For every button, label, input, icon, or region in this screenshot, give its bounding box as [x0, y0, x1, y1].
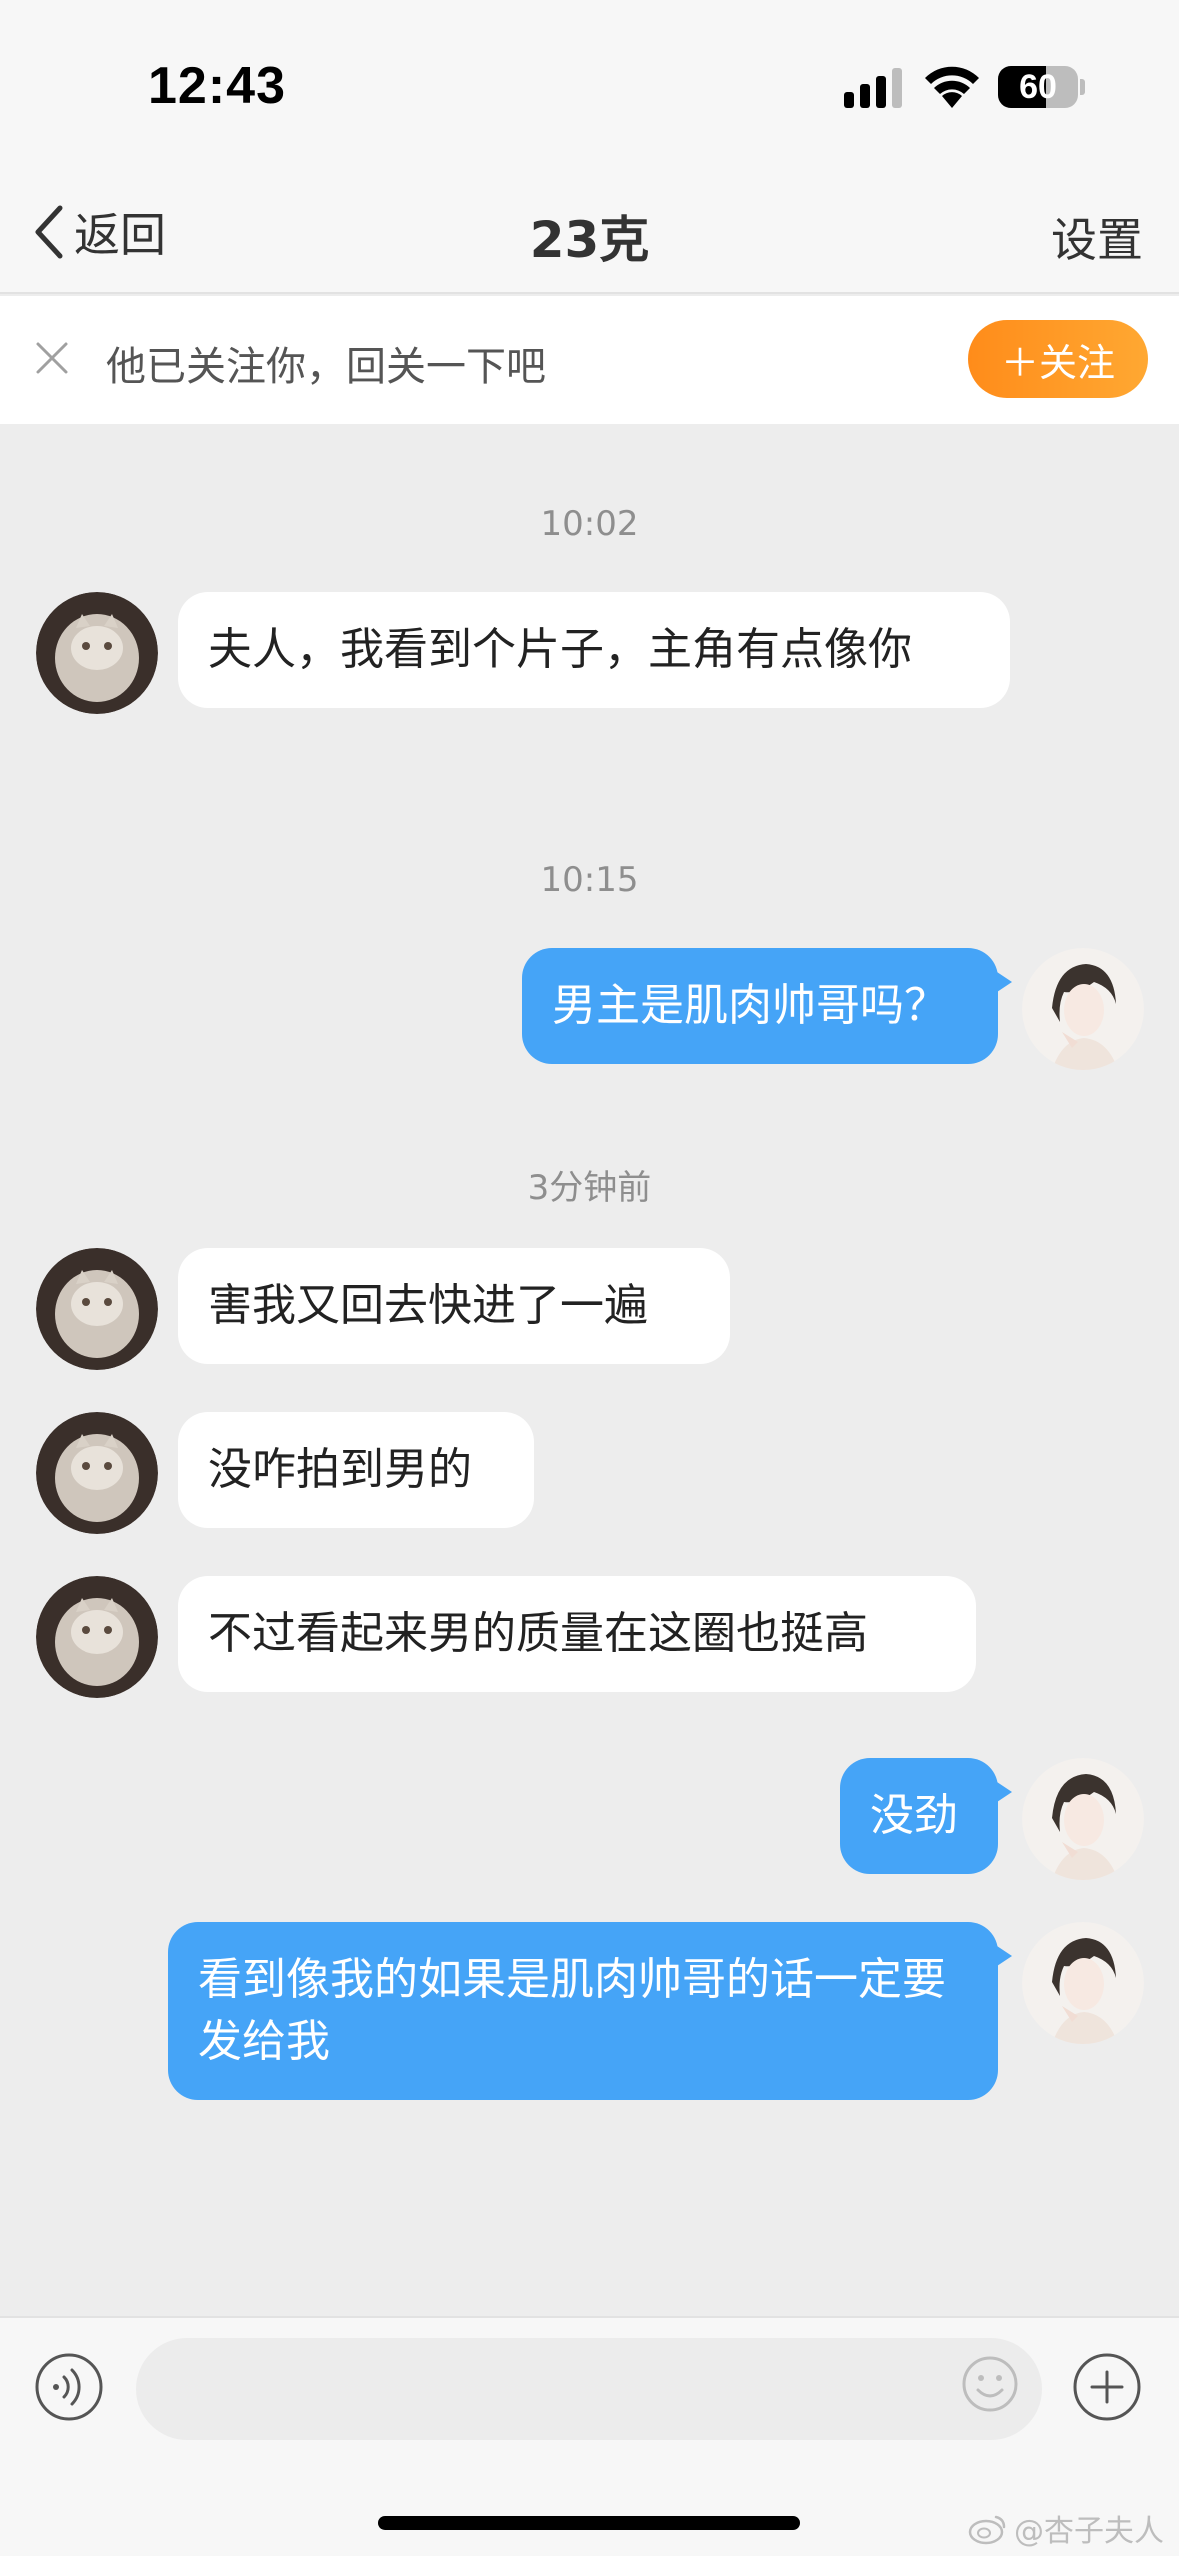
nav-bar: 返回 23克 设置: [0, 170, 1179, 294]
message-bubble-incoming[interactable]: 没咋拍到男的: [178, 1412, 534, 1528]
cat-avatar-icon[interactable]: [36, 1248, 158, 1370]
follow-prompt-text: 他已关注你，回关一下吧: [106, 344, 546, 390]
cellular-signal-icon: [844, 68, 902, 108]
wifi-icon: [925, 66, 979, 108]
settings-button[interactable]: 设置: [1051, 204, 1143, 270]
cat-avatar-icon[interactable]: [36, 1576, 158, 1698]
message-timestamp: 10:02: [540, 504, 639, 544]
plus-icon[interactable]: [1072, 2352, 1142, 2422]
girl-avatar-icon[interactable]: [1022, 1758, 1144, 1880]
cat-avatar-icon[interactable]: [36, 1412, 158, 1534]
voice-icon[interactable]: [34, 2352, 104, 2422]
girl-avatar-icon[interactable]: [1022, 948, 1144, 1070]
weibo-logo-icon: [968, 2515, 1006, 2545]
message-bubble-outgoing[interactable]: 没劲: [840, 1758, 1012, 1874]
message-bubble-outgoing[interactable]: 看到像我的如果是肌肉帅哥的话一定要发给我: [168, 1922, 1012, 2100]
message-bubble-outgoing[interactable]: 男主是肌肉帅哥吗？: [522, 948, 1012, 1064]
battery-level: 60: [1019, 68, 1057, 106]
watermark-text: @杏子夫人: [1014, 2514, 1164, 2549]
status-time: 12:43: [148, 57, 286, 115]
follow-banner: 他已关注你，回关一下吧 ＋关注: [0, 296, 1179, 424]
follow-button[interactable]: ＋关注: [968, 320, 1148, 398]
watermark: @杏子夫人: [968, 2506, 1164, 2550]
battery-indicator: 60: [998, 66, 1078, 108]
message-timestamp: 10:15: [540, 860, 639, 900]
message-timestamp: 3分钟前: [527, 1168, 652, 1208]
message-input[interactable]: [136, 2338, 1042, 2440]
girl-avatar-icon[interactable]: [1022, 1922, 1144, 2044]
chat-title: 23克: [529, 211, 650, 269]
cat-avatar-icon[interactable]: [36, 592, 158, 714]
message-bubble-incoming[interactable]: 夫人，我看到个片子，主角有点像你: [178, 592, 1010, 708]
message-bubble-incoming[interactable]: 不过看起来男的质量在这圈也挺高: [178, 1576, 976, 1692]
status-bar: 12:43 60: [0, 0, 1179, 170]
home-indicator[interactable]: [378, 2516, 800, 2530]
message-bubble-incoming[interactable]: 害我又回去快进了一遍: [178, 1248, 730, 1364]
chat-area[interactable]: 10:02 夫人，我看到个片子，主角有点像你 10:15 男主是肌肉帅哥吗？ 3…: [0, 424, 1179, 2316]
battery-cap: [1080, 79, 1085, 95]
emoji-icon[interactable]: [960, 2354, 1020, 2414]
close-icon[interactable]: [34, 340, 70, 376]
